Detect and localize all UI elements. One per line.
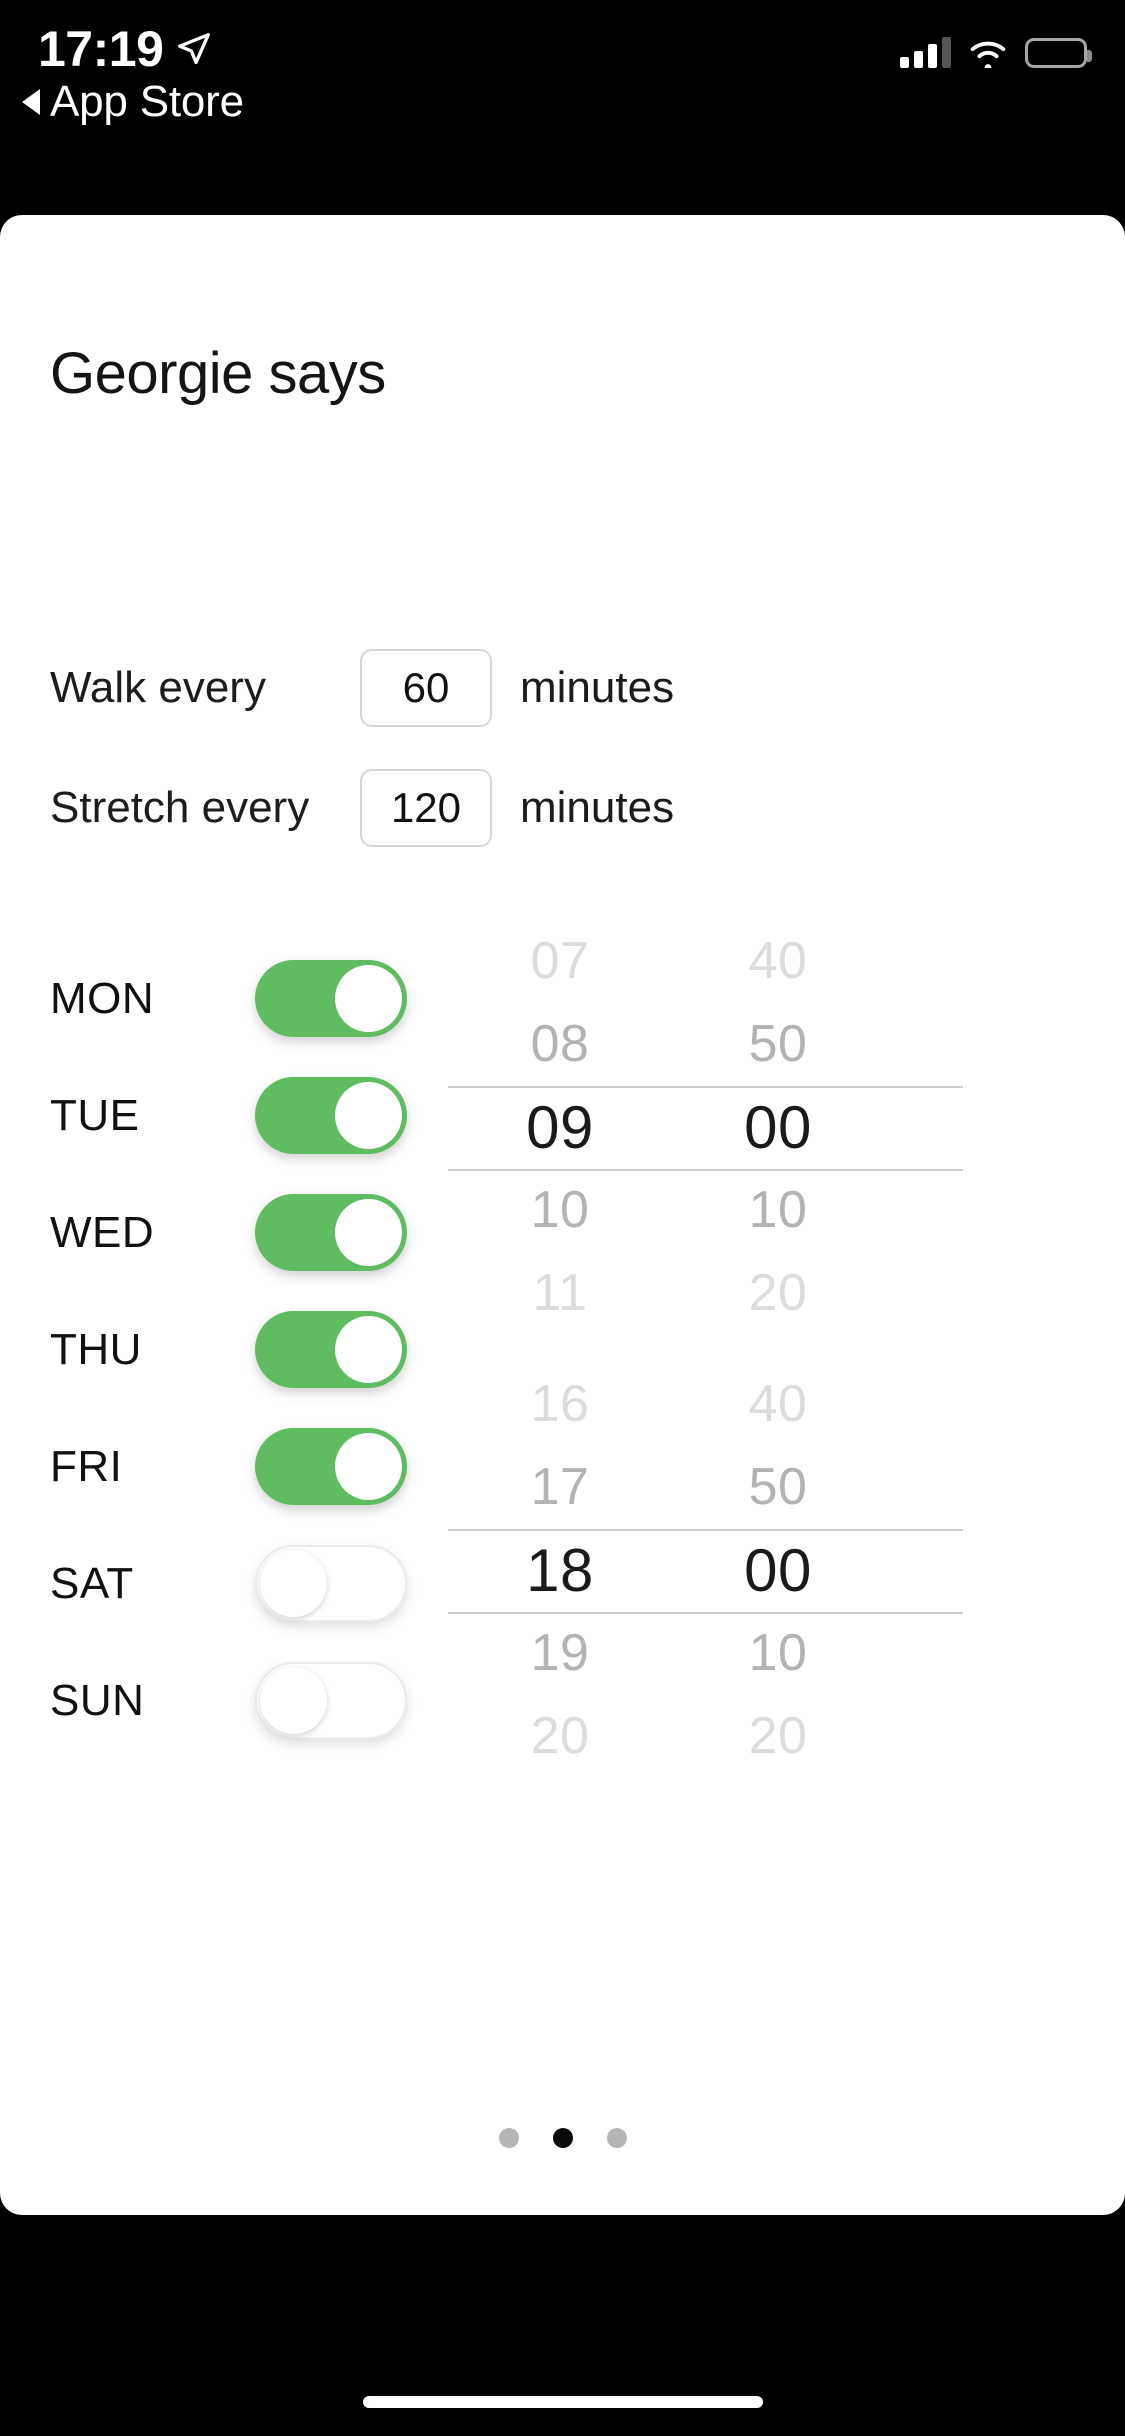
walk-interval-unit: minutes bbox=[520, 663, 675, 712]
day-toggle-thu[interactable] bbox=[255, 1311, 407, 1388]
picker-item[interactable]: 20 bbox=[688, 1252, 868, 1335]
stretch-interval-label: Stretch every bbox=[50, 783, 310, 832]
status-bar-clock: 17:19 bbox=[38, 21, 164, 77]
day-toggle-list: MON TUE WED THU FRI SAT SUN bbox=[50, 940, 420, 1759]
stretch-interval-input[interactable] bbox=[360, 769, 492, 847]
picker-item[interactable]: 08 bbox=[470, 1003, 650, 1086]
home-indicator[interactable] bbox=[362, 2396, 763, 2408]
picker-item-selected[interactable]: 00 bbox=[688, 1529, 868, 1612]
picker-item[interactable]: 07 bbox=[470, 920, 650, 1003]
day-label-sat: SAT bbox=[50, 1558, 134, 1608]
picker-item[interactable]: 10 bbox=[688, 1612, 868, 1695]
picker-item[interactable]: 40 bbox=[688, 920, 868, 1003]
day-toggle-fri[interactable] bbox=[255, 1428, 407, 1505]
picker-item[interactable]: 10 bbox=[688, 1169, 868, 1252]
start-time-picker[interactable]: 07 08 09 10 11 40 50 00 10 20 bbox=[448, 920, 963, 1336]
wifi-icon bbox=[970, 41, 1006, 68]
picker-item[interactable]: 10 bbox=[470, 1169, 650, 1252]
day-toggle-sat[interactable] bbox=[255, 1545, 407, 1622]
battery-icon bbox=[1025, 38, 1092, 68]
end-time-hour-column[interactable]: 16 17 18 19 20 bbox=[470, 1363, 650, 1779]
picker-selection-line-top bbox=[448, 1086, 963, 1088]
start-time-hour-column[interactable]: 07 08 09 10 11 bbox=[470, 920, 650, 1336]
picker-item[interactable]: 19 bbox=[470, 1612, 650, 1695]
toggle-knob bbox=[335, 1316, 402, 1383]
stretch-interval-unit: minutes bbox=[520, 783, 675, 832]
day-row-sun: SUN bbox=[50, 1642, 420, 1759]
status-bar: 17:19 App Store bbox=[0, 0, 1125, 215]
picker-item[interactable]: 17 bbox=[470, 1446, 650, 1529]
walk-interval-label: Walk every bbox=[50, 663, 266, 712]
cellular-signal-icon bbox=[900, 36, 951, 68]
picker-item[interactable]: 50 bbox=[688, 1003, 868, 1086]
end-time-picker[interactable]: 16 17 18 19 20 40 50 00 10 20 bbox=[448, 1363, 963, 1779]
picker-item-selected[interactable]: 00 bbox=[688, 1086, 868, 1169]
toggle-knob bbox=[335, 965, 402, 1032]
picker-selection-line-bottom bbox=[448, 1612, 963, 1614]
picker-item[interactable]: 40 bbox=[688, 1363, 868, 1446]
day-toggle-mon[interactable] bbox=[255, 960, 407, 1037]
picker-item-selected[interactable]: 18 bbox=[470, 1529, 650, 1612]
toggle-knob bbox=[335, 1082, 402, 1149]
day-toggle-wed[interactable] bbox=[255, 1194, 407, 1271]
day-label-sun: SUN bbox=[50, 1675, 145, 1725]
day-label-tue: TUE bbox=[50, 1090, 140, 1140]
toggle-knob bbox=[260, 1550, 327, 1617]
day-row-thu: THU bbox=[50, 1291, 420, 1408]
page-dot-3[interactable] bbox=[606, 2128, 627, 2148]
page-dot-2[interactable] bbox=[552, 2128, 573, 2148]
day-label-wed: WED bbox=[50, 1207, 155, 1257]
page-title: Georgie says bbox=[50, 341, 386, 406]
back-link-label: App Store bbox=[50, 77, 244, 126]
start-time-minute-column[interactable]: 40 50 00 10 20 bbox=[688, 920, 868, 1336]
picker-item[interactable]: 20 bbox=[688, 1695, 868, 1778]
phone-screen: 17:19 App Store Georgie says Walk every … bbox=[0, 0, 1125, 2436]
day-row-fri: FRI bbox=[50, 1408, 420, 1525]
picker-selection-line-top bbox=[448, 1529, 963, 1531]
status-bar-indicators bbox=[900, 28, 1092, 68]
day-row-tue: TUE bbox=[50, 1057, 420, 1174]
page-dot-1[interactable] bbox=[498, 2128, 519, 2148]
day-label-thu: THU bbox=[50, 1324, 142, 1374]
toggle-knob bbox=[260, 1667, 327, 1734]
day-label-fri: FRI bbox=[50, 1441, 123, 1491]
app-card: Georgie says Walk every minutes Stretch … bbox=[0, 215, 1125, 2215]
day-label-mon: MON bbox=[50, 973, 155, 1023]
picker-item-selected[interactable]: 09 bbox=[470, 1086, 650, 1169]
toggle-knob bbox=[335, 1199, 402, 1266]
back-to-app-store-link[interactable]: App Store bbox=[22, 78, 244, 126]
picker-item[interactable]: 11 bbox=[470, 1252, 650, 1335]
day-toggle-sun[interactable] bbox=[255, 1662, 407, 1739]
back-caret-icon bbox=[22, 89, 40, 115]
stretch-interval-row: Stretch every minutes bbox=[50, 765, 674, 851]
location-arrow-icon bbox=[178, 33, 210, 65]
day-toggle-tue[interactable] bbox=[255, 1077, 407, 1154]
day-row-wed: WED bbox=[50, 1174, 420, 1291]
toggle-knob bbox=[335, 1433, 402, 1500]
page-indicator-dots bbox=[0, 2128, 1125, 2148]
walk-interval-row: Walk every minutes bbox=[50, 645, 674, 731]
picker-item[interactable]: 16 bbox=[470, 1363, 650, 1446]
walk-interval-input[interactable] bbox=[360, 649, 492, 727]
picker-selection-line-bottom bbox=[448, 1169, 963, 1171]
picker-item[interactable]: 20 bbox=[470, 1695, 650, 1778]
end-time-minute-column[interactable]: 40 50 00 10 20 bbox=[688, 1363, 868, 1779]
picker-item[interactable]: 50 bbox=[688, 1446, 868, 1529]
day-row-sat: SAT bbox=[50, 1525, 420, 1642]
day-row-mon: MON bbox=[50, 940, 420, 1057]
